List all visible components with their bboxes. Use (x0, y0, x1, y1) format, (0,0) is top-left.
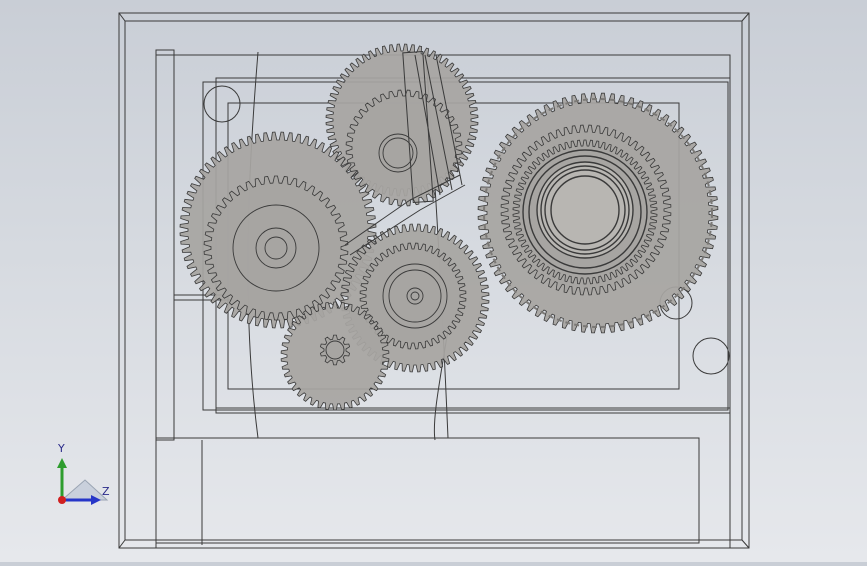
triad-y-label: Y (58, 442, 65, 455)
triad-z-label: Z (102, 485, 110, 498)
right-ring-6 (550, 175, 620, 245)
cad-graphics-viewport[interactable]: Y Z (0, 0, 867, 562)
gearbox-drawing (118, 12, 750, 549)
gear-train (179, 43, 719, 411)
coordinate-triad (57, 458, 109, 505)
y-arrow-icon (57, 458, 67, 468)
triad-cone (60, 479, 109, 501)
x-axis-icon (58, 496, 66, 504)
